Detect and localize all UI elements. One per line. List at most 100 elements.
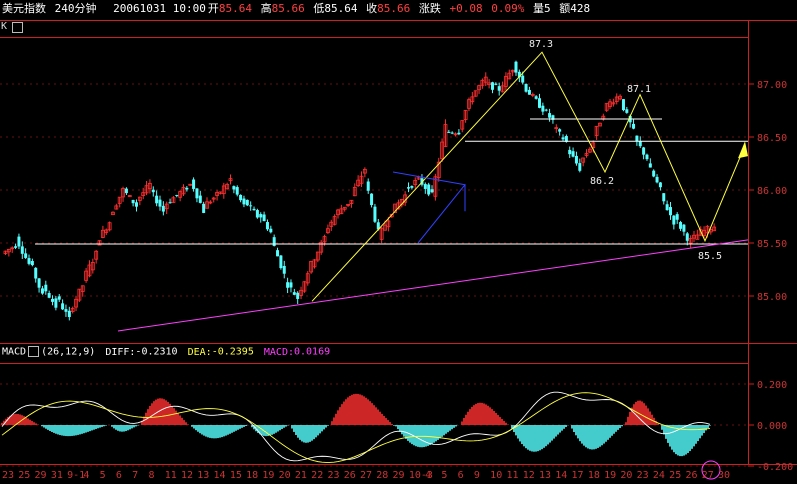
candle-body	[548, 113, 552, 118]
date-label: 19	[604, 470, 616, 481]
candle-body	[296, 292, 300, 299]
candle-body	[252, 208, 256, 211]
date-label: 17	[572, 470, 584, 481]
candle-body	[366, 181, 370, 191]
candle-body	[282, 265, 286, 274]
candle-body	[17, 236, 21, 247]
chart-frame	[0, 20, 797, 465]
date-label: 9	[474, 470, 480, 481]
candle-body	[638, 141, 642, 147]
date-label: 18	[588, 470, 600, 481]
candle-body	[168, 202, 172, 204]
candle-body	[514, 61, 518, 73]
macd-tick-label: -0.200	[757, 462, 793, 473]
candle-body	[64, 309, 68, 312]
candle-body	[527, 89, 531, 95]
candle-body	[67, 310, 71, 318]
candle-body	[427, 184, 431, 195]
candle-body	[494, 83, 498, 85]
wave-path	[311, 51, 746, 302]
price-tick-label: 85.00	[757, 292, 787, 303]
candle-body	[665, 204, 669, 211]
candle-body	[541, 105, 545, 112]
candle-body	[524, 83, 528, 92]
candle-body	[269, 228, 273, 233]
date-label: 10	[490, 470, 502, 481]
candle-body	[679, 222, 683, 229]
candle-body	[645, 154, 649, 160]
candle-body	[292, 292, 296, 295]
candle-body	[574, 155, 578, 164]
date-label: 30	[718, 470, 730, 481]
candle-body	[410, 186, 414, 188]
candle-body	[235, 187, 239, 195]
candle-body	[538, 98, 541, 108]
candle-body	[158, 199, 162, 207]
candle-body	[202, 203, 206, 213]
candle-body	[151, 189, 155, 193]
date-label: 11	[165, 470, 177, 481]
date-label: 27	[702, 470, 714, 481]
date-label: 27	[360, 470, 372, 481]
candle-body	[490, 82, 494, 90]
date-label: 13	[539, 470, 551, 481]
date-label: 14	[555, 470, 567, 481]
candle-body	[239, 194, 243, 201]
date-label: 15	[230, 470, 242, 481]
candle-body	[242, 198, 246, 205]
price-tick-label: 86.50	[757, 133, 787, 144]
candle-body	[621, 99, 625, 111]
candle-body	[544, 109, 548, 111]
candle-body	[192, 179, 196, 189]
candle-body	[668, 207, 672, 216]
candle-body	[134, 202, 138, 207]
date-label: 29	[393, 470, 405, 481]
date-label: 26	[344, 470, 356, 481]
candle-body	[450, 132, 454, 134]
candle-body	[635, 135, 639, 142]
arrow-head	[738, 141, 748, 159]
date-label: 5	[100, 470, 106, 481]
chart-svg: 87.00 86.50 86.00 85.50 85.00 0.200 0.000 -0.20…	[0, 20, 797, 481]
candle-body	[37, 278, 41, 288]
candle-body	[632, 123, 636, 129]
rising-trendline	[117, 239, 749, 332]
candle-body	[161, 205, 165, 212]
date-label: 4	[83, 470, 89, 481]
date-label: 20	[620, 470, 632, 481]
date-label: 23	[637, 470, 649, 481]
candle-body	[155, 195, 159, 204]
trough-label-86-2: 86.2	[590, 176, 614, 187]
candle-body	[232, 186, 236, 190]
date-label: 14	[214, 470, 226, 481]
candle-body	[407, 187, 411, 189]
candle-body	[675, 214, 679, 220]
candle-body	[497, 86, 501, 91]
date-label: 12	[523, 470, 535, 481]
candle-body	[652, 170, 656, 177]
candles	[3, 60, 717, 321]
date-label: 7	[132, 470, 138, 481]
trough-label-85-5: 85.5	[698, 251, 722, 262]
candle-body	[131, 199, 135, 204]
candle-body	[51, 298, 55, 302]
candle-body	[289, 282, 293, 288]
candle-body	[370, 193, 374, 206]
date-label: 31	[51, 470, 63, 481]
candle-body	[124, 188, 128, 194]
peak-label-87-1: 87.1	[627, 84, 651, 95]
date-label: 25	[669, 470, 681, 481]
candle-body	[47, 293, 51, 298]
candle-body	[198, 195, 202, 203]
candle-body	[262, 214, 266, 222]
date-label: 12	[181, 470, 193, 481]
candle-body	[672, 215, 676, 225]
candle-body	[259, 214, 263, 218]
annotations: 87.3 87.1 86.2 85.5	[529, 39, 722, 262]
candle-body	[682, 224, 686, 232]
candle-body	[265, 222, 269, 230]
candle-body	[255, 210, 259, 218]
date-label: 19	[262, 470, 274, 481]
candle-body	[276, 250, 280, 257]
price-tick-label: 86.00	[757, 186, 787, 197]
